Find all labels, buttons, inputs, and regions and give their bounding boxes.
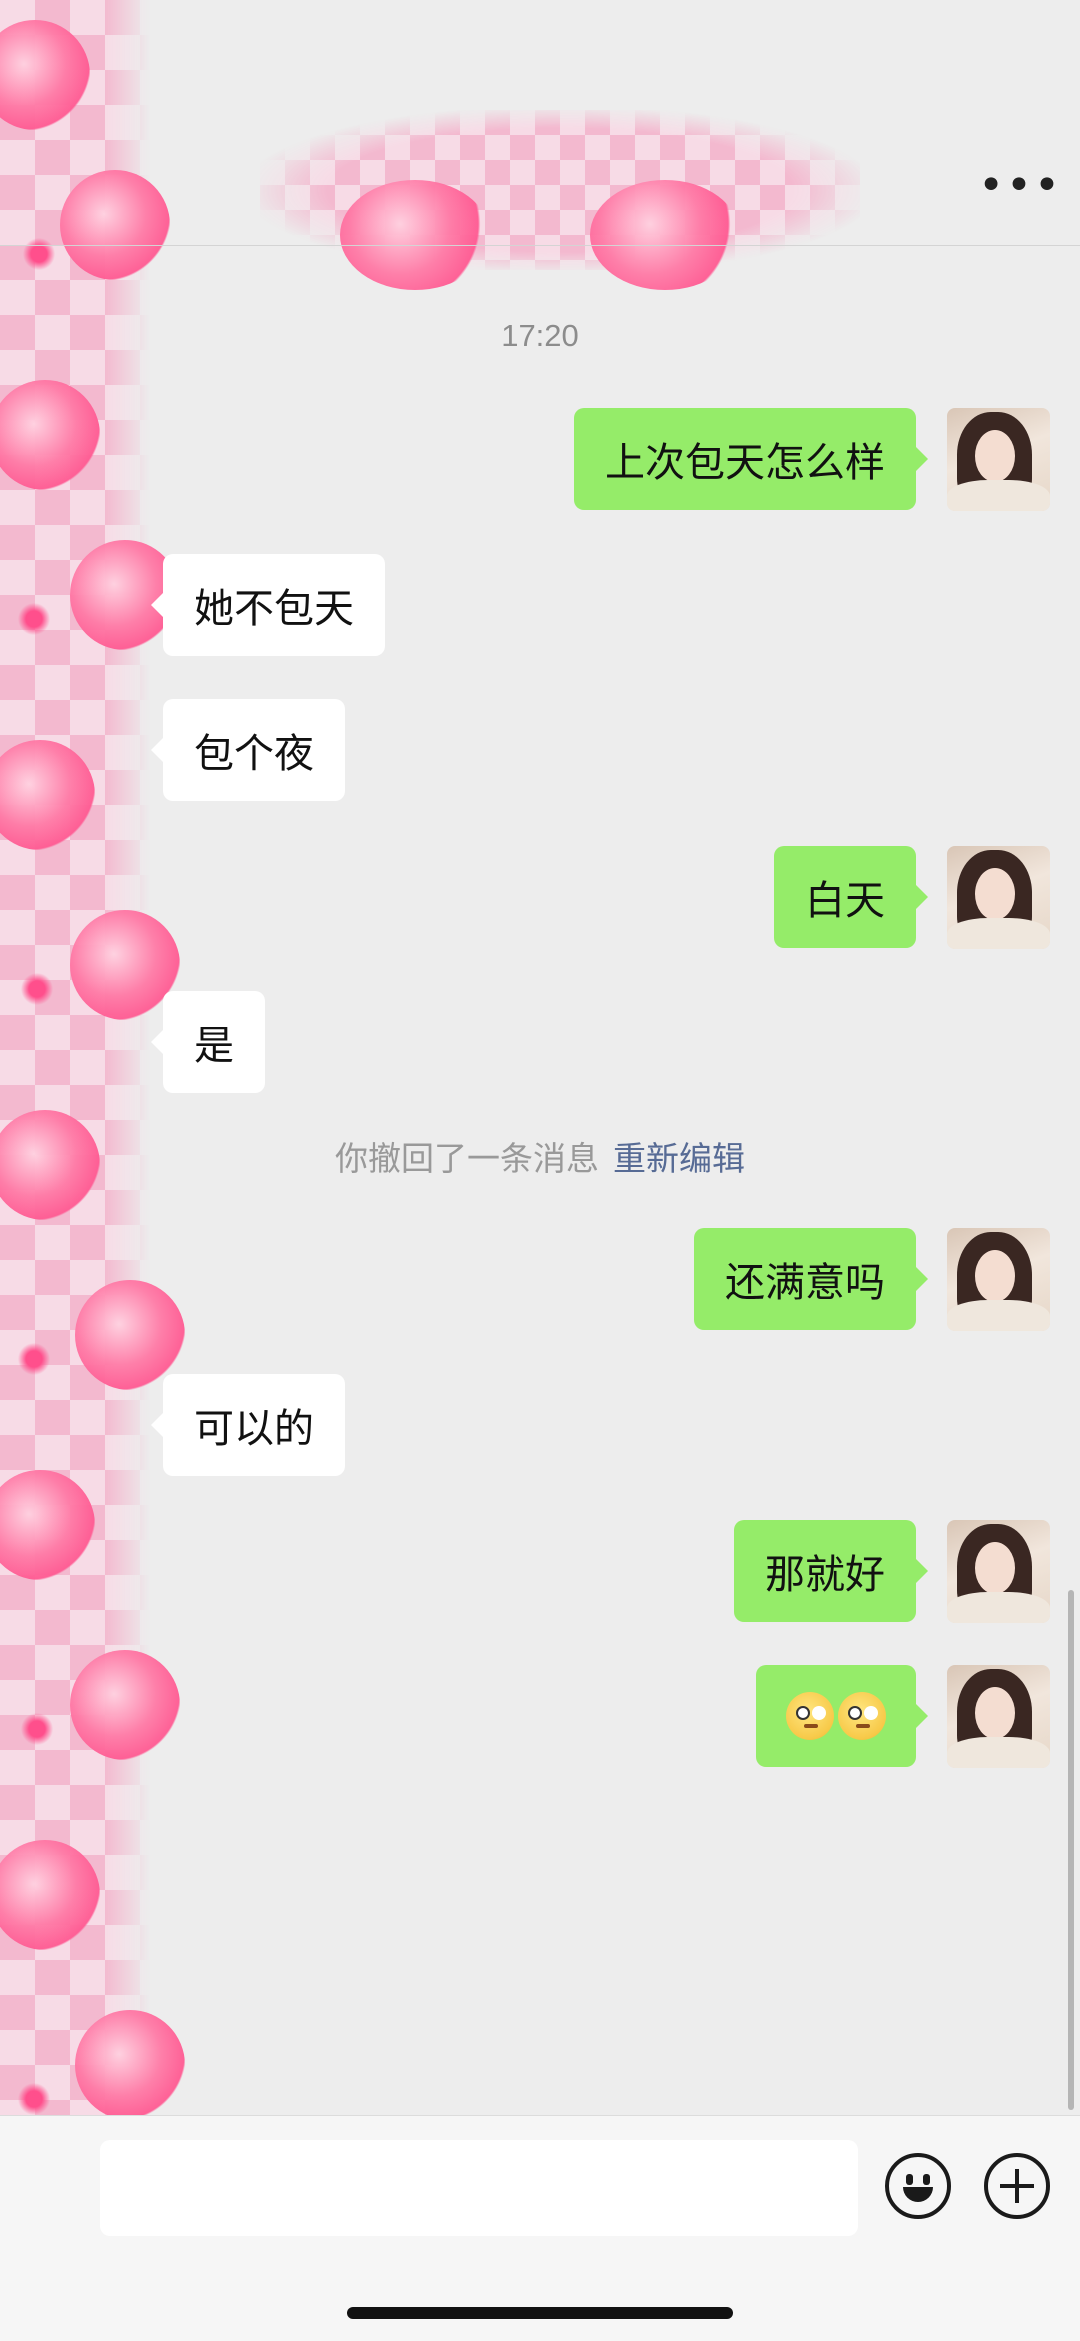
avatar[interactable] — [947, 1665, 1050, 1768]
smile-icon — [906, 2174, 913, 2185]
avatar[interactable] — [947, 846, 1050, 949]
heart-decoration-icon — [340, 180, 490, 290]
more-options-button[interactable]: ••• — [978, 160, 1060, 211]
message-bubble[interactable]: 可以的 — [151, 1374, 345, 1476]
thinking-face-icon — [838, 1692, 886, 1740]
heart-decoration-icon — [70, 1650, 180, 1760]
heart-decoration-icon — [75, 1280, 185, 1390]
emoji-button[interactable] — [885, 2153, 951, 2219]
message-bubble[interactable]: 是 — [151, 991, 265, 1093]
heart-decoration-icon — [590, 180, 740, 290]
avatar[interactable] — [947, 1228, 1050, 1331]
scrollbar[interactable] — [1068, 1590, 1074, 2110]
recall-notice: 你撤回了一条消息 重新编辑 — [0, 1132, 1080, 1180]
smile-icon-eye — [923, 2174, 930, 2185]
message-text: 那就好 — [765, 1552, 885, 1598]
smile-icon-mouth — [903, 2187, 933, 2202]
message-text: 是 — [194, 1023, 234, 1069]
recall-text: 你撤回了一条消息 — [335, 1139, 599, 1178]
message-bubble[interactable]: 上次包天怎么样 — [574, 408, 928, 510]
thinking-face-icon — [786, 1692, 834, 1740]
heart-decoration-icon — [75, 2010, 185, 2120]
plus-button[interactable] — [984, 2153, 1050, 2219]
header-divider — [0, 245, 1080, 246]
message-bubble[interactable] — [756, 1665, 928, 1767]
message-text: 上次包天怎么样 — [605, 440, 885, 486]
plus-icon-vertical — [1015, 2169, 1019, 2203]
chat-screen: ••• 17:20 上次包天怎么样 她不包天 包个夜 白天 是 你撤回了一条消息… — [0, 0, 1080, 2341]
message-text: 她不包天 — [194, 586, 354, 632]
home-indicator[interactable] — [347, 2307, 733, 2319]
message-bubble[interactable]: 那就好 — [734, 1520, 928, 1622]
message-text: 包个夜 — [194, 731, 314, 777]
message-bubble[interactable]: 包个夜 — [151, 699, 345, 801]
heart-decoration-icon — [60, 170, 170, 280]
avatar[interactable] — [947, 1520, 1050, 1623]
more-icon: ••• — [978, 159, 1062, 211]
message-bubble[interactable]: 她不包天 — [151, 554, 385, 656]
message-text: 可以的 — [194, 1406, 314, 1452]
message-input[interactable] — [100, 2140, 858, 2236]
message-text: 还满意吗 — [725, 1260, 885, 1306]
avatar[interactable] — [947, 408, 1050, 511]
timestamp: 17:20 — [501, 318, 579, 353]
message-bubble[interactable]: 还满意吗 — [694, 1228, 928, 1330]
message-bubble[interactable]: 白天 — [774, 846, 928, 948]
re-edit-link[interactable]: 重新编辑 — [613, 1139, 745, 1178]
message-text: 白天 — [805, 878, 885, 924]
